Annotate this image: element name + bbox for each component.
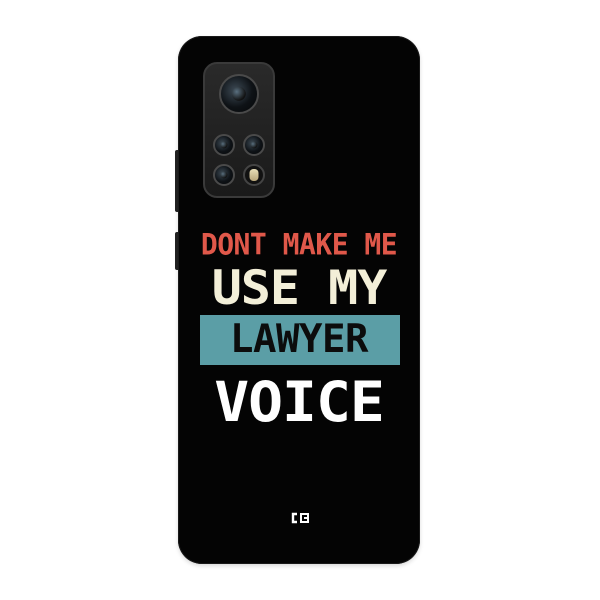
camera-lens-icon [213, 134, 235, 156]
product-image: DONT MAKE ME USE MY LAWYER VOICE [0, 0, 600, 600]
flash-icon [243, 164, 265, 186]
print-line-4: VOICE [214, 369, 385, 435]
print-line-2: USE MY [211, 260, 388, 316]
camera-module [203, 62, 275, 198]
brand-logo-icon [289, 511, 311, 525]
camera-lens-icon [213, 164, 235, 186]
print-line-3: LAWYER [230, 317, 368, 362]
print-line-1: DONT MAKE ME [200, 227, 398, 262]
brand-logo-svg [291, 512, 309, 524]
main-camera-lens-icon [219, 74, 259, 114]
camera-lens-icon [243, 134, 265, 156]
